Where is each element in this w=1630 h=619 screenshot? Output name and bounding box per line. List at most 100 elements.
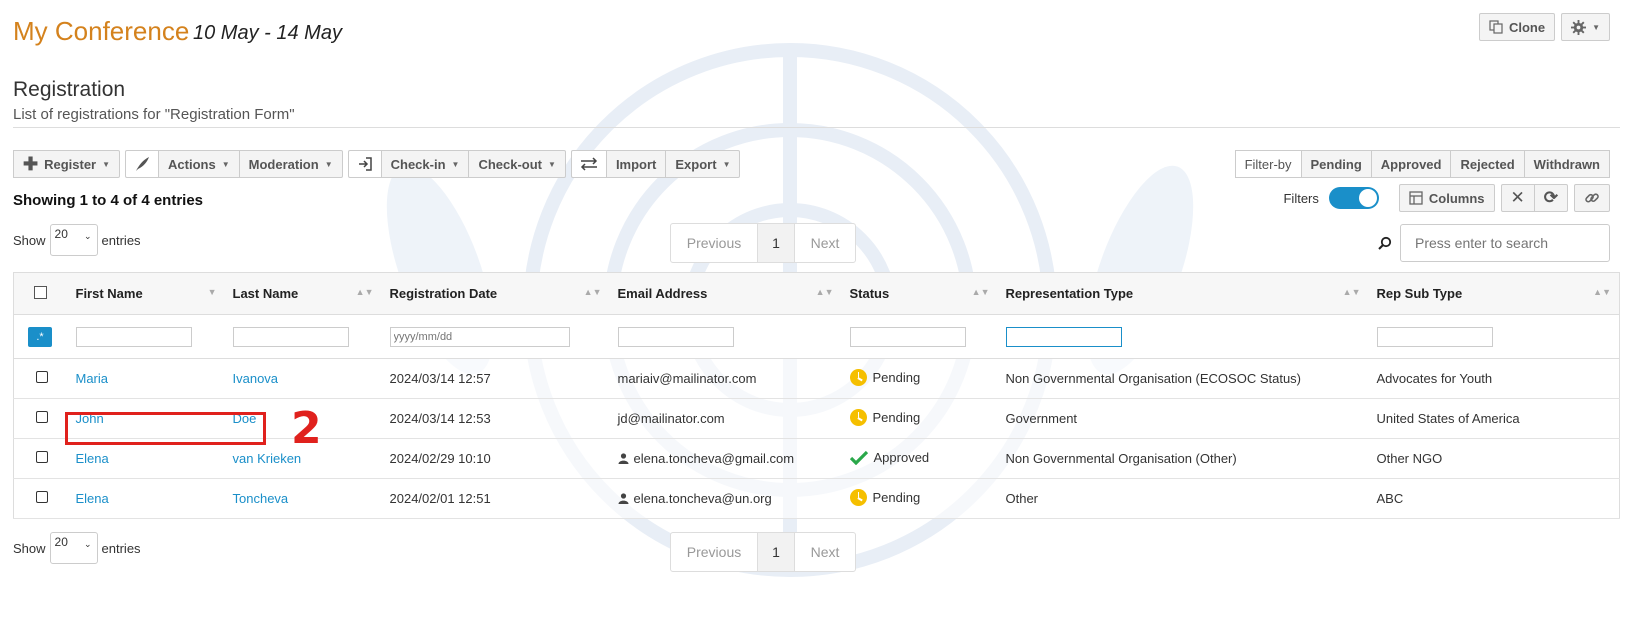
pagination: Previous 1 Next [670,223,856,263]
row-checkbox[interactable] [36,491,48,503]
header-registration-date[interactable]: Registration Date ▲▼ [381,272,610,315]
filter-pending-button[interactable]: Pending [1300,150,1372,178]
register-label: Register [44,156,97,172]
quill-button[interactable] [125,150,160,178]
sort-icon: ▲▼ [583,287,602,297]
email-address: mariaiv@mailinator.com [609,358,842,399]
header-email[interactable]: Email Address ▲▼ [609,272,842,315]
header-last-name[interactable]: Last Name ▲▼ [224,272,382,315]
info-row: Showing 1 to 4 of 4 entries Filters Colu… [13,184,1620,218]
row-checkbox[interactable] [36,451,48,463]
first-name-link[interactable]: Elena [76,491,109,506]
filter-approved-button[interactable]: Approved [1370,150,1452,178]
first-name-link[interactable]: Elena [76,451,109,466]
header-status[interactable]: Status ▲▼ [841,272,998,315]
chevron-down-icon: ▼ [221,159,230,169]
previous-page-button[interactable]: Previous [670,223,758,263]
link-icon [1585,193,1599,203]
clone-button[interactable]: Clone [1478,13,1556,41]
entries-label: entries [101,540,141,556]
user-icon [618,453,628,464]
actions-button[interactable]: Actions ▼ [158,150,240,178]
columns-icon [1409,191,1423,205]
table-tools: Filters Columns ✕ ⟳ [1283,184,1610,212]
settings-button[interactable]: ▼ [1561,13,1610,41]
filters-toggle[interactable] [1328,187,1379,209]
header-rep-sub-type[interactable]: Rep Sub Type ▲▼ [1368,272,1620,315]
clock-icon [849,408,867,426]
refresh-button[interactable]: ⟳ [1533,184,1568,212]
bottom-controls: Show 20 ⌄ entries Previous 1 Next [13,532,1620,576]
page-length-select-bottom[interactable]: 20 ⌄ [49,532,98,564]
pagination-bottom: Previous 1 Next [670,532,856,572]
search-input[interactable] [1400,224,1610,262]
filter-status-input[interactable] [849,326,966,347]
representation-type: Other [997,478,1369,519]
page-length-select[interactable]: 20 ⌄ [49,224,98,256]
filter-email-input[interactable] [617,326,734,347]
chevron-down-icon: ▼ [324,159,333,169]
actions-label: Actions [168,156,216,172]
plus-icon: ✚ [23,154,39,174]
select-all-checkbox[interactable] [34,285,47,299]
page-1-button[interactable]: 1 [757,532,795,572]
email-cell: elena.toncheva@gmail.com [609,438,842,479]
previous-page-button[interactable]: Previous [670,532,758,572]
import-label: Import [615,156,657,172]
conference-title[interactable]: My Conference [13,16,189,47]
filter-date-input[interactable] [389,326,570,347]
email-address: elena.toncheva@gmail.com [633,451,795,466]
page: My Conference 10 May - 14 May Clone ▼ Re… [0,0,1630,576]
page-header: My Conference 10 May - 14 May Clone ▼ [13,0,1620,62]
chevron-down-icon: ⌄ [83,231,92,241]
row-checkbox[interactable] [36,371,48,383]
length-control-bottom: Show 20 ⌄ entries [13,532,141,564]
clear-filters-button[interactable]: ✕ [1500,184,1535,212]
link-button[interactable] [1574,184,1610,212]
last-name-link[interactable]: Toncheva [233,491,289,506]
length-control: Show 20 ⌄ entries [13,224,141,256]
next-page-button[interactable]: Next [794,532,856,572]
exchange-button[interactable] [570,150,607,178]
status-badge: Approved [849,450,929,465]
columns-label: Columns [1428,190,1485,206]
table-icon-group: ✕ ⟳ [1500,184,1568,212]
representation-type: Non Governmental Organisation (Other) [997,438,1369,479]
regex-toggle-button[interactable]: .* [28,326,52,347]
exchange-icon [580,157,597,171]
login-icon-button[interactable] [347,150,382,178]
filter-rejected-button[interactable]: Rejected [1450,150,1525,178]
header-first-name[interactable]: First Name ▼ [67,272,225,315]
sort-icon: ▲▼ [355,287,374,297]
table-row: Elena Toncheva 2024/02/01 12:51 elena.to… [13,478,1620,519]
columns-button[interactable]: Columns [1398,184,1495,212]
first-name-link[interactable]: Maria [76,371,109,386]
status-badge: Pending [849,488,920,506]
checkin-button[interactable]: Check-in ▼ [380,150,470,178]
filter-rep-sub-type-input[interactable] [1376,326,1493,347]
row-checkbox[interactable] [36,411,48,423]
controls-row: Show 20 ⌄ entries Previous 1 Next [13,223,1620,266]
page-1-button[interactable]: 1 [757,223,795,263]
rep-sub-type: Advocates for Youth [1368,358,1620,399]
register-button[interactable]: ✚ Register ▼ [13,150,121,178]
filter-last-name-input[interactable] [232,326,349,347]
export-button[interactable]: Export ▼ [665,150,741,178]
annotation-number: 2 [291,403,322,454]
status-badge: Pending [849,408,920,426]
register-group: ✚ Register ▼ [13,150,121,178]
header-representation-type[interactable]: Representation Type ▲▼ [997,272,1369,315]
filter-first-name-input[interactable] [75,326,192,347]
filter-rep-type-input[interactable] [1005,326,1122,347]
refresh-icon: ⟳ [1543,188,1558,207]
checkout-button[interactable]: Check-out ▼ [468,150,566,178]
import-button[interactable]: Import [605,150,667,178]
show-label: Show [13,232,46,248]
filter-withdrawn-button[interactable]: Withdrawn [1523,150,1610,178]
moderation-button[interactable]: Moderation ▼ [238,150,343,178]
last-name-link[interactable]: Ivanova [233,371,279,386]
sort-icon: ▲▼ [971,287,990,297]
registration-date: 2024/03/14 12:57 [381,358,610,399]
next-page-button[interactable]: Next [794,223,856,263]
email-cell: elena.toncheva@un.org [609,478,842,519]
